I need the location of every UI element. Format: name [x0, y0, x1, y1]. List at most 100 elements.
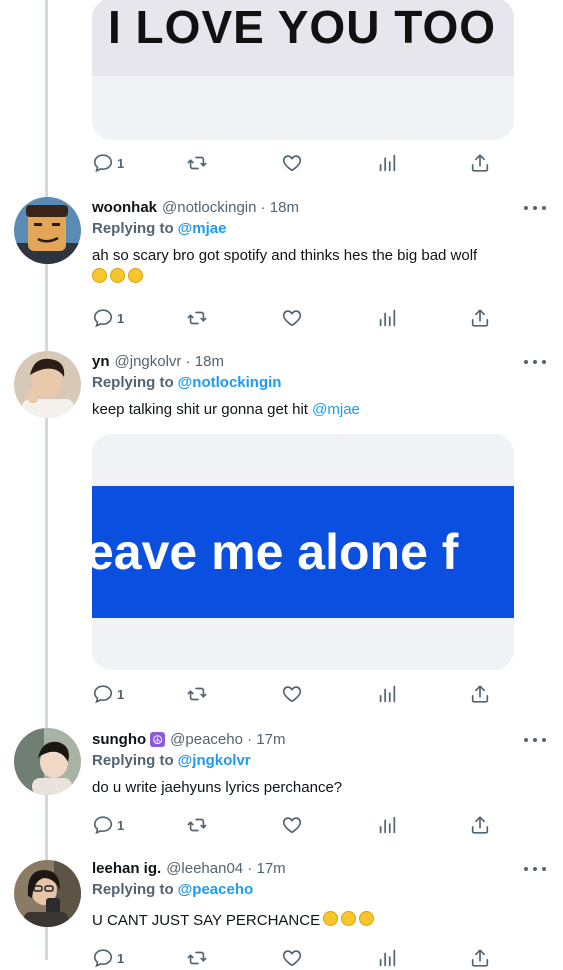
tweet-actions: 1 — [92, 946, 492, 970]
tweet-header: woonhak @notlockingin · 18m — [92, 199, 299, 216]
more-button[interactable] — [524, 734, 546, 746]
replying-to-mention[interactable]: @mjae — [178, 220, 227, 237]
reply-button[interactable]: 1 — [92, 946, 124, 970]
share-button[interactable] — [469, 813, 491, 837]
display-name[interactable]: leehan ig. — [92, 860, 161, 877]
tweet-header: leehan ig. @leehan04 · 17m — [92, 860, 286, 877]
like-icon — [282, 686, 302, 703]
avatar[interactable] — [14, 860, 81, 927]
replying-label: Replying to — [92, 220, 174, 237]
tweet-header: yn @jngkolvr · 18m — [92, 353, 224, 370]
like-icon — [282, 155, 302, 172]
views-button[interactable] — [376, 946, 398, 970]
retweet-button[interactable] — [186, 682, 208, 706]
username-timestamp[interactable]: @peaceho · 17m — [170, 731, 285, 748]
reply-button[interactable]: 1 — [92, 682, 124, 706]
reply-icon — [93, 309, 113, 328]
tweet-text: keep talking shit ur gonna get hit @mjae — [92, 399, 532, 421]
emoji-icon — [323, 911, 339, 926]
image-caption-text: I LOVE YOU TOO — [108, 1, 497, 53]
share-icon — [471, 154, 489, 172]
like-button[interactable] — [281, 946, 303, 970]
image-caption-text: eave me alone f — [92, 524, 459, 580]
more-button[interactable] — [524, 356, 546, 368]
like-button[interactable] — [281, 306, 303, 330]
retweet-button[interactable] — [186, 946, 208, 970]
replying-label: Replying to — [92, 374, 174, 391]
more-button[interactable] — [524, 863, 546, 875]
reply-icon — [93, 685, 113, 704]
more-button[interactable] — [524, 202, 546, 214]
tweet-body: ah so scary bro got spotify and thinks h… — [92, 247, 478, 264]
display-name[interactable]: sungho — [92, 731, 146, 748]
tweet-actions: 1 — [92, 151, 492, 175]
reply-icon — [93, 154, 113, 173]
views-button[interactable] — [376, 306, 398, 330]
more-icon — [524, 206, 528, 210]
more-icon — [524, 867, 528, 871]
username-timestamp[interactable]: @notlockingin · 18m — [162, 199, 299, 216]
replying-to-mention[interactable]: @peaceho — [178, 881, 253, 898]
avatar[interactable] — [14, 197, 81, 264]
share-icon — [471, 685, 489, 703]
share-icon — [471, 816, 489, 834]
tweet-media-image[interactable]: eave me alone f — [92, 434, 514, 670]
reply-count: 1 — [117, 686, 125, 702]
more-icon — [524, 738, 528, 742]
emoji-icon — [341, 911, 357, 926]
retweet-button[interactable] — [186, 306, 208, 330]
share-button[interactable] — [469, 151, 491, 175]
tweet-media-image[interactable]: I LOVE YOU TOO — [92, 0, 514, 140]
share-button[interactable] — [469, 946, 491, 970]
like-button[interactable] — [281, 813, 303, 837]
replying-to: Replying to @mjae — [92, 220, 227, 237]
views-button[interactable] — [376, 151, 398, 175]
tweet-header: sungho ☮ @peaceho · 17m — [92, 731, 285, 748]
tweet-text: U CANT JUST SAY PERCHANCE — [92, 910, 532, 932]
display-name[interactable]: woonhak — [92, 199, 157, 216]
share-icon — [471, 949, 489, 967]
share-button[interactable] — [469, 682, 491, 706]
views-button[interactable] — [376, 682, 398, 706]
image-text-banner: I LOVE YOU TOO — [92, 0, 514, 76]
peace-icon: ☮ — [150, 732, 166, 747]
reply-count: 1 — [117, 817, 125, 833]
tweet-body: do u write jaehyuns lyrics perchance? — [92, 779, 343, 796]
reply-count: 1 — [117, 310, 125, 326]
retweet-icon — [187, 687, 207, 701]
reply-button[interactable]: 1 — [92, 813, 124, 837]
username-timestamp[interactable]: @leehan04 · 17m — [166, 860, 285, 877]
views-icon — [379, 309, 396, 327]
retweet-icon — [187, 951, 207, 965]
more-icon — [524, 360, 528, 364]
like-icon — [282, 817, 302, 834]
avatar[interactable] — [14, 728, 81, 795]
inline-mention[interactable]: @mjae — [312, 401, 360, 418]
like-button[interactable] — [281, 151, 303, 175]
reply-icon — [93, 949, 113, 968]
tweet-body: U CANT JUST SAY PERCHANCE — [92, 912, 321, 929]
avatar[interactable] — [14, 351, 81, 418]
like-button[interactable] — [281, 682, 303, 706]
share-icon — [471, 309, 489, 327]
retweet-button[interactable] — [186, 813, 208, 837]
replying-to-mention[interactable]: @notlockingin — [178, 374, 282, 391]
reply-button[interactable]: 1 — [92, 151, 124, 175]
username-timestamp[interactable]: @jngkolvr · 18m — [115, 353, 224, 370]
thread-line — [45, 0, 48, 960]
views-button[interactable] — [376, 813, 398, 837]
display-name[interactable]: yn — [92, 353, 110, 370]
reply-icon — [93, 816, 113, 835]
tweet-actions: 1 — [92, 813, 492, 837]
share-button[interactable] — [469, 306, 491, 330]
tweet-text: do u write jaehyuns lyrics perchance? — [92, 777, 532, 799]
reply-count: 1 — [117, 155, 125, 171]
replying-to: Replying to @peaceho — [92, 881, 253, 898]
emoji-icon — [110, 268, 125, 283]
views-icon — [379, 816, 396, 834]
replying-to-mention[interactable]: @jngkolvr — [178, 752, 251, 769]
retweet-button[interactable] — [186, 151, 208, 175]
reply-button[interactable]: 1 — [92, 306, 124, 330]
replying-label: Replying to — [92, 881, 174, 898]
tweet-body: keep talking shit ur gonna get hit — [92, 401, 308, 418]
